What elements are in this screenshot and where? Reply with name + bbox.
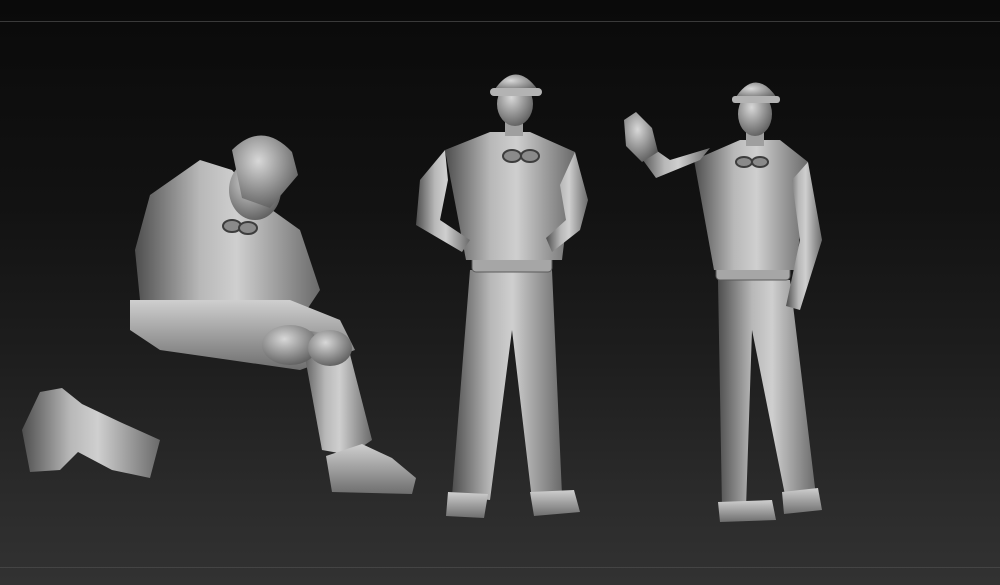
sculpt-viewport	[0, 0, 1000, 585]
standing-worker-figure	[416, 74, 588, 518]
sculpt-scene	[22, 74, 822, 522]
waving-worker-figure	[624, 82, 822, 522]
kneeling-worker-figure	[22, 135, 416, 494]
